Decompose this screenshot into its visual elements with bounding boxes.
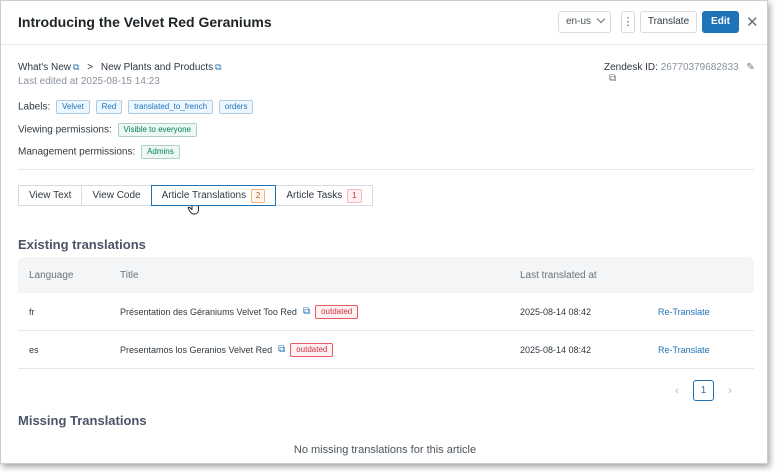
existing-translations-heading: Existing translations <box>18 237 146 252</box>
tab-label: Article Translations <box>161 190 247 201</box>
tab-label: View Text <box>29 190 72 201</box>
tab-view-text[interactable]: View Text <box>18 185 83 206</box>
edit-button[interactable]: Edit <box>702 11 739 33</box>
column-header-language: Language <box>29 269 74 281</box>
labels-row: Labels: Velvet Red translated_to_french … <box>18 100 254 114</box>
labels-label: Labels: <box>18 101 51 113</box>
management-permissions-row: Management permissions: Admins <box>18 145 180 159</box>
external-link-icon[interactable]: ⧉ <box>609 73 616 84</box>
retranslate-link[interactable]: Re-Translate <box>658 331 710 368</box>
close-icon[interactable]: ✕ <box>746 13 759 31</box>
page-number-button[interactable]: 1 <box>693 380 714 401</box>
breadcrumb: What's New ⧉ > New Plants and Products ⧉ <box>18 62 222 73</box>
column-header-last-translated: Last translated at <box>520 269 597 281</box>
empty-state-text: No missing translations for this article <box>293 444 477 456</box>
chevron-right-icon[interactable]: › <box>724 385 736 397</box>
tab-label: View Code <box>92 190 141 201</box>
pencil-icon[interactable]: ✎ <box>746 62 754 73</box>
page-title: Introducing the Velvet Red Geraniums <box>18 14 272 30</box>
row-language: es <box>29 344 39 355</box>
row-title-cell: Presentamos los Geranios Velvet Red ⧉ ou… <box>120 331 334 368</box>
label-tag[interactable]: Velvet <box>56 100 90 114</box>
row-title: Presentamos los Geranios Velvet Red <box>120 344 273 355</box>
table-row: fr Présentation des Géraniums Velvet Too… <box>18 293 754 331</box>
management-permissions-label: Management permissions: <box>18 146 136 158</box>
row-title: Présentation des Géraniums Velvet Too Re… <box>120 306 297 317</box>
outdated-badge: outdated <box>290 342 334 357</box>
last-edited-text: Last edited at 2025-08-15 14:23 <box>18 76 160 87</box>
row-date: 2025-08-14 08:42 <box>520 306 592 317</box>
label-tag[interactable]: orders <box>218 100 254 114</box>
breadcrumb-whats-new[interactable]: What's New <box>18 62 71 73</box>
row-language: fr <box>29 306 35 317</box>
zendesk-id: Zendesk ID: 26770379682833 ✎ ⧉ <box>604 62 767 84</box>
breadcrumb-separator: > <box>87 62 94 73</box>
pagination: ‹ 1 › <box>671 380 736 401</box>
zendesk-id-label: Zendesk ID: <box>604 62 658 73</box>
table-row: es Presentamos los Geranios Velvet Red ⧉… <box>18 331 754 369</box>
external-link-icon[interactable]: ⧉ <box>215 62 221 72</box>
more-options-icon[interactable]: ⋮ <box>621 11 635 33</box>
zendesk-id-value: 26770379682833 <box>660 62 739 73</box>
row-title-cell: Présentation des Géraniums Velvet Too Re… <box>120 293 359 330</box>
breadcrumb-new-plants[interactable]: New Plants and Products <box>101 62 213 73</box>
label-tag[interactable]: Red <box>95 100 123 114</box>
table-header: Language Title Last translated at <box>18 257 754 293</box>
chevron-left-icon[interactable]: ‹ <box>671 385 683 397</box>
missing-translations-heading: Missing Translations <box>18 413 147 428</box>
tab-bar: View Text View Code Article Translations… <box>18 185 373 206</box>
viewing-permissions-label: Viewing permissions: <box>18 124 112 136</box>
management-permissions-badge: Admins <box>141 145 180 159</box>
divider <box>18 169 754 170</box>
translate-button[interactable]: Translate <box>640 11 697 33</box>
locale-value: en-us <box>566 16 592 27</box>
tab-article-translations[interactable]: Article Translations 2 <box>150 185 277 206</box>
external-link-icon[interactable]: ⧉ <box>278 344 285 355</box>
article-panel: Introducing the Velvet Red Geraniums en-… <box>0 0 768 464</box>
locale-select[interactable]: en-us <box>558 11 611 33</box>
column-header-title: Title <box>120 269 139 281</box>
tab-label: Article Tasks <box>286 190 343 201</box>
row-date: 2025-08-14 08:42 <box>520 344 592 355</box>
viewing-permissions-row: Viewing permissions: Visible to everyone <box>18 123 197 137</box>
label-tag[interactable]: translated_to_french <box>128 100 214 114</box>
external-link-icon[interactable]: ⧉ <box>73 62 79 72</box>
external-link-icon[interactable]: ⧉ <box>303 306 310 317</box>
outdated-badge: outdated <box>315 304 359 319</box>
translations-count-badge: 2 <box>250 189 266 203</box>
tab-view-code[interactable]: View Code <box>81 185 152 206</box>
translations-table: Language Title Last translated at fr Pré… <box>18 257 754 369</box>
chevron-down-icon <box>596 14 606 24</box>
tasks-count-badge: 1 <box>347 189 362 203</box>
panel-header: Introducing the Velvet Red Geraniums en-… <box>1 1 767 45</box>
retranslate-link[interactable]: Re-Translate <box>658 293 710 330</box>
viewing-permissions-badge: Visible to everyone <box>117 123 197 137</box>
tab-article-tasks[interactable]: Article Tasks 1 <box>275 185 373 206</box>
